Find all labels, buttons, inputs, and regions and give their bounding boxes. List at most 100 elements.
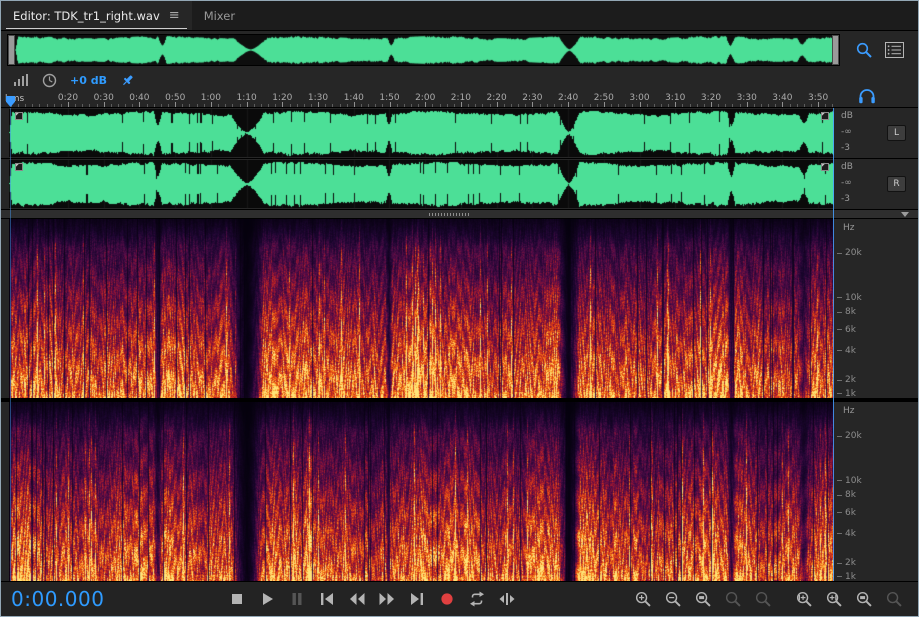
stop-button[interactable] <box>223 588 250 611</box>
frequency-tick-label: 10k <box>837 293 862 303</box>
ruler-ticks[interactable]: 0:20 0:30 0:40 0:50 1:00 1:10 1:20 1:30 1:40 1:50… <box>9 91 836 107</box>
ruler-minor-tick <box>82 104 84 107</box>
pause-button[interactable] <box>283 588 310 611</box>
ruler-minor-tick <box>310 104 312 107</box>
ruler-time-label: 0:40 <box>129 93 150 103</box>
play-button[interactable] <box>253 588 280 611</box>
collapse-arrow-icon[interactable] <box>901 212 909 217</box>
fade-in-handle[interactable] <box>15 112 23 120</box>
ruler-minor-tick <box>582 104 584 107</box>
ruler-minor-tick <box>368 104 369 107</box>
skip-to-start-button[interactable] <box>313 588 340 611</box>
zoom-in-at-in-point-button[interactable] <box>791 588 818 611</box>
ruler-time-label: 1:30 <box>307 93 329 103</box>
overview-waveform[interactable] <box>15 35 832 65</box>
headphones-icon[interactable] <box>858 88 876 104</box>
ruler-minor-tick <box>668 104 670 107</box>
zoom-full-button[interactable] <box>881 588 908 611</box>
scale-mark: -3 <box>841 143 850 153</box>
spectrogram-canvas-left[interactable] <box>9 219 834 398</box>
ruler-minor-tick <box>182 104 184 107</box>
gain-value[interactable]: +0 dB <box>70 74 107 87</box>
overview-right-handle[interactable] <box>832 35 839 65</box>
zoom-reset-button[interactable] <box>750 588 777 611</box>
ruler-minor-tick <box>132 104 134 107</box>
ruler-time-label: 1:40 <box>343 93 364 103</box>
overview-left-handle[interactable] <box>8 35 15 65</box>
ruler-minor-tick <box>732 104 734 107</box>
channel-left-button[interactable]: L <box>887 125 906 141</box>
zoom-selection-time-button[interactable] <box>851 588 878 611</box>
panel-menu-icon[interactable]: ≡ <box>169 9 180 22</box>
ruler-minor-tick <box>396 104 398 107</box>
ruler-minor-tick <box>39 104 41 107</box>
overview-navigator[interactable] <box>7 34 840 66</box>
spectrogram-right[interactable]: Hz 20k 10k 8k 6k 4k 2k 1k <box>1 402 918 582</box>
zoom-in-button[interactable] <box>630 588 657 611</box>
scale-unit-label: dB <box>841 162 853 172</box>
zoom-out-full-button[interactable] <box>720 588 747 611</box>
splitter-grip[interactable] <box>429 213 472 216</box>
fast-forward-button[interactable] <box>373 588 400 611</box>
frequency-tick-label: 2k <box>837 375 856 385</box>
ruler-minor-tick <box>682 104 684 107</box>
ruler-time-label: 3:00 <box>629 93 650 103</box>
zoom-buttons <box>630 588 908 611</box>
waveform-channel-left[interactable]: dB -∞ -3 L <box>1 108 918 159</box>
ruler-minor-tick <box>18 104 19 107</box>
panel-list-icon[interactable] <box>884 42 904 58</box>
fade-out-handle[interactable] <box>821 112 829 120</box>
ruler-minor-tick <box>339 104 341 107</box>
ruler-minor-tick <box>525 104 527 107</box>
ruler-minor-tick <box>432 104 434 107</box>
scale-unit-label: dB <box>841 111 853 121</box>
frequency-tick-label: 4k <box>837 529 856 539</box>
spectrogram-canvas-right[interactable] <box>9 402 834 581</box>
zoom-tool-icon[interactable] <box>855 41 873 59</box>
scale-mark: -∞ <box>841 127 852 137</box>
rewind-icon <box>349 593 364 605</box>
waveform-canvas-left[interactable] <box>9 109 834 157</box>
skip-selection-button[interactable] <box>493 588 520 611</box>
ruler-minor-tick <box>46 104 48 107</box>
pin-icon[interactable] <box>120 73 135 88</box>
ruler-time-label: 2:50 <box>593 93 614 103</box>
ruler-minor-tick <box>575 104 577 107</box>
zoom-to-selection-button[interactable] <box>690 588 717 611</box>
ruler-minor-tick <box>410 104 412 107</box>
waveform-channel-right[interactable]: dB -∞ -3 R <box>1 159 918 210</box>
ruler-minor-tick <box>160 104 162 107</box>
panel-splitter[interactable] <box>1 210 918 219</box>
playback-time[interactable]: 0:00.000 <box>11 587 161 611</box>
fade-in-handle[interactable] <box>15 163 23 171</box>
ruler-minor-tick <box>332 104 334 107</box>
timeline-ruler[interactable]: hms 0:200:300:400:501:001:101:201:301:40… <box>1 88 918 108</box>
ruler-minor-tick <box>360 104 362 107</box>
fade-out-handle[interactable] <box>821 163 829 171</box>
loop-playback-button[interactable] <box>463 588 490 611</box>
skip-to-end-button[interactable] <box>403 588 430 611</box>
zoom-out-button[interactable] <box>660 588 687 611</box>
channel-right-button[interactable]: R <box>887 176 906 192</box>
ruler-minor-tick <box>32 104 34 107</box>
tab-editor[interactable]: Editor: TDK_tr1_right.wav ≡ <box>1 1 192 30</box>
waveform-display: dB -∞ -3 L dB -∞ -3 R <box>1 108 918 210</box>
waveform-canvas-right[interactable] <box>9 160 834 208</box>
ruler-time-label: 3:20 <box>700 93 722 103</box>
zoom-in-at-out-point-button[interactable] <box>821 588 848 611</box>
level-meter-icon[interactable] <box>13 73 29 87</box>
ruler-time-label: 3:40 <box>772 93 793 103</box>
tab-mixer[interactable]: Mixer <box>192 1 247 30</box>
ruler-minor-tick <box>325 104 327 107</box>
spectrogram-left[interactable]: Hz 20k 10k 8k 6k 4k 2k 1k <box>1 219 918 399</box>
ruler-minor-tick <box>96 104 98 107</box>
mixer-tab-label: Mixer <box>203 8 236 23</box>
ruler-minor-tick <box>718 104 720 107</box>
record-button[interactable] <box>433 588 460 611</box>
audition-editor-window: Editor: TDK_tr1_right.wav ≡ Mixer +0 dB … <box>0 0 919 617</box>
clock-icon[interactable] <box>42 73 57 88</box>
ruler-minor-tick <box>589 104 591 107</box>
rewind-button[interactable] <box>343 588 370 611</box>
ruler-time-label: 2:30 <box>522 93 543 103</box>
ruler-minor-tick <box>475 104 477 107</box>
